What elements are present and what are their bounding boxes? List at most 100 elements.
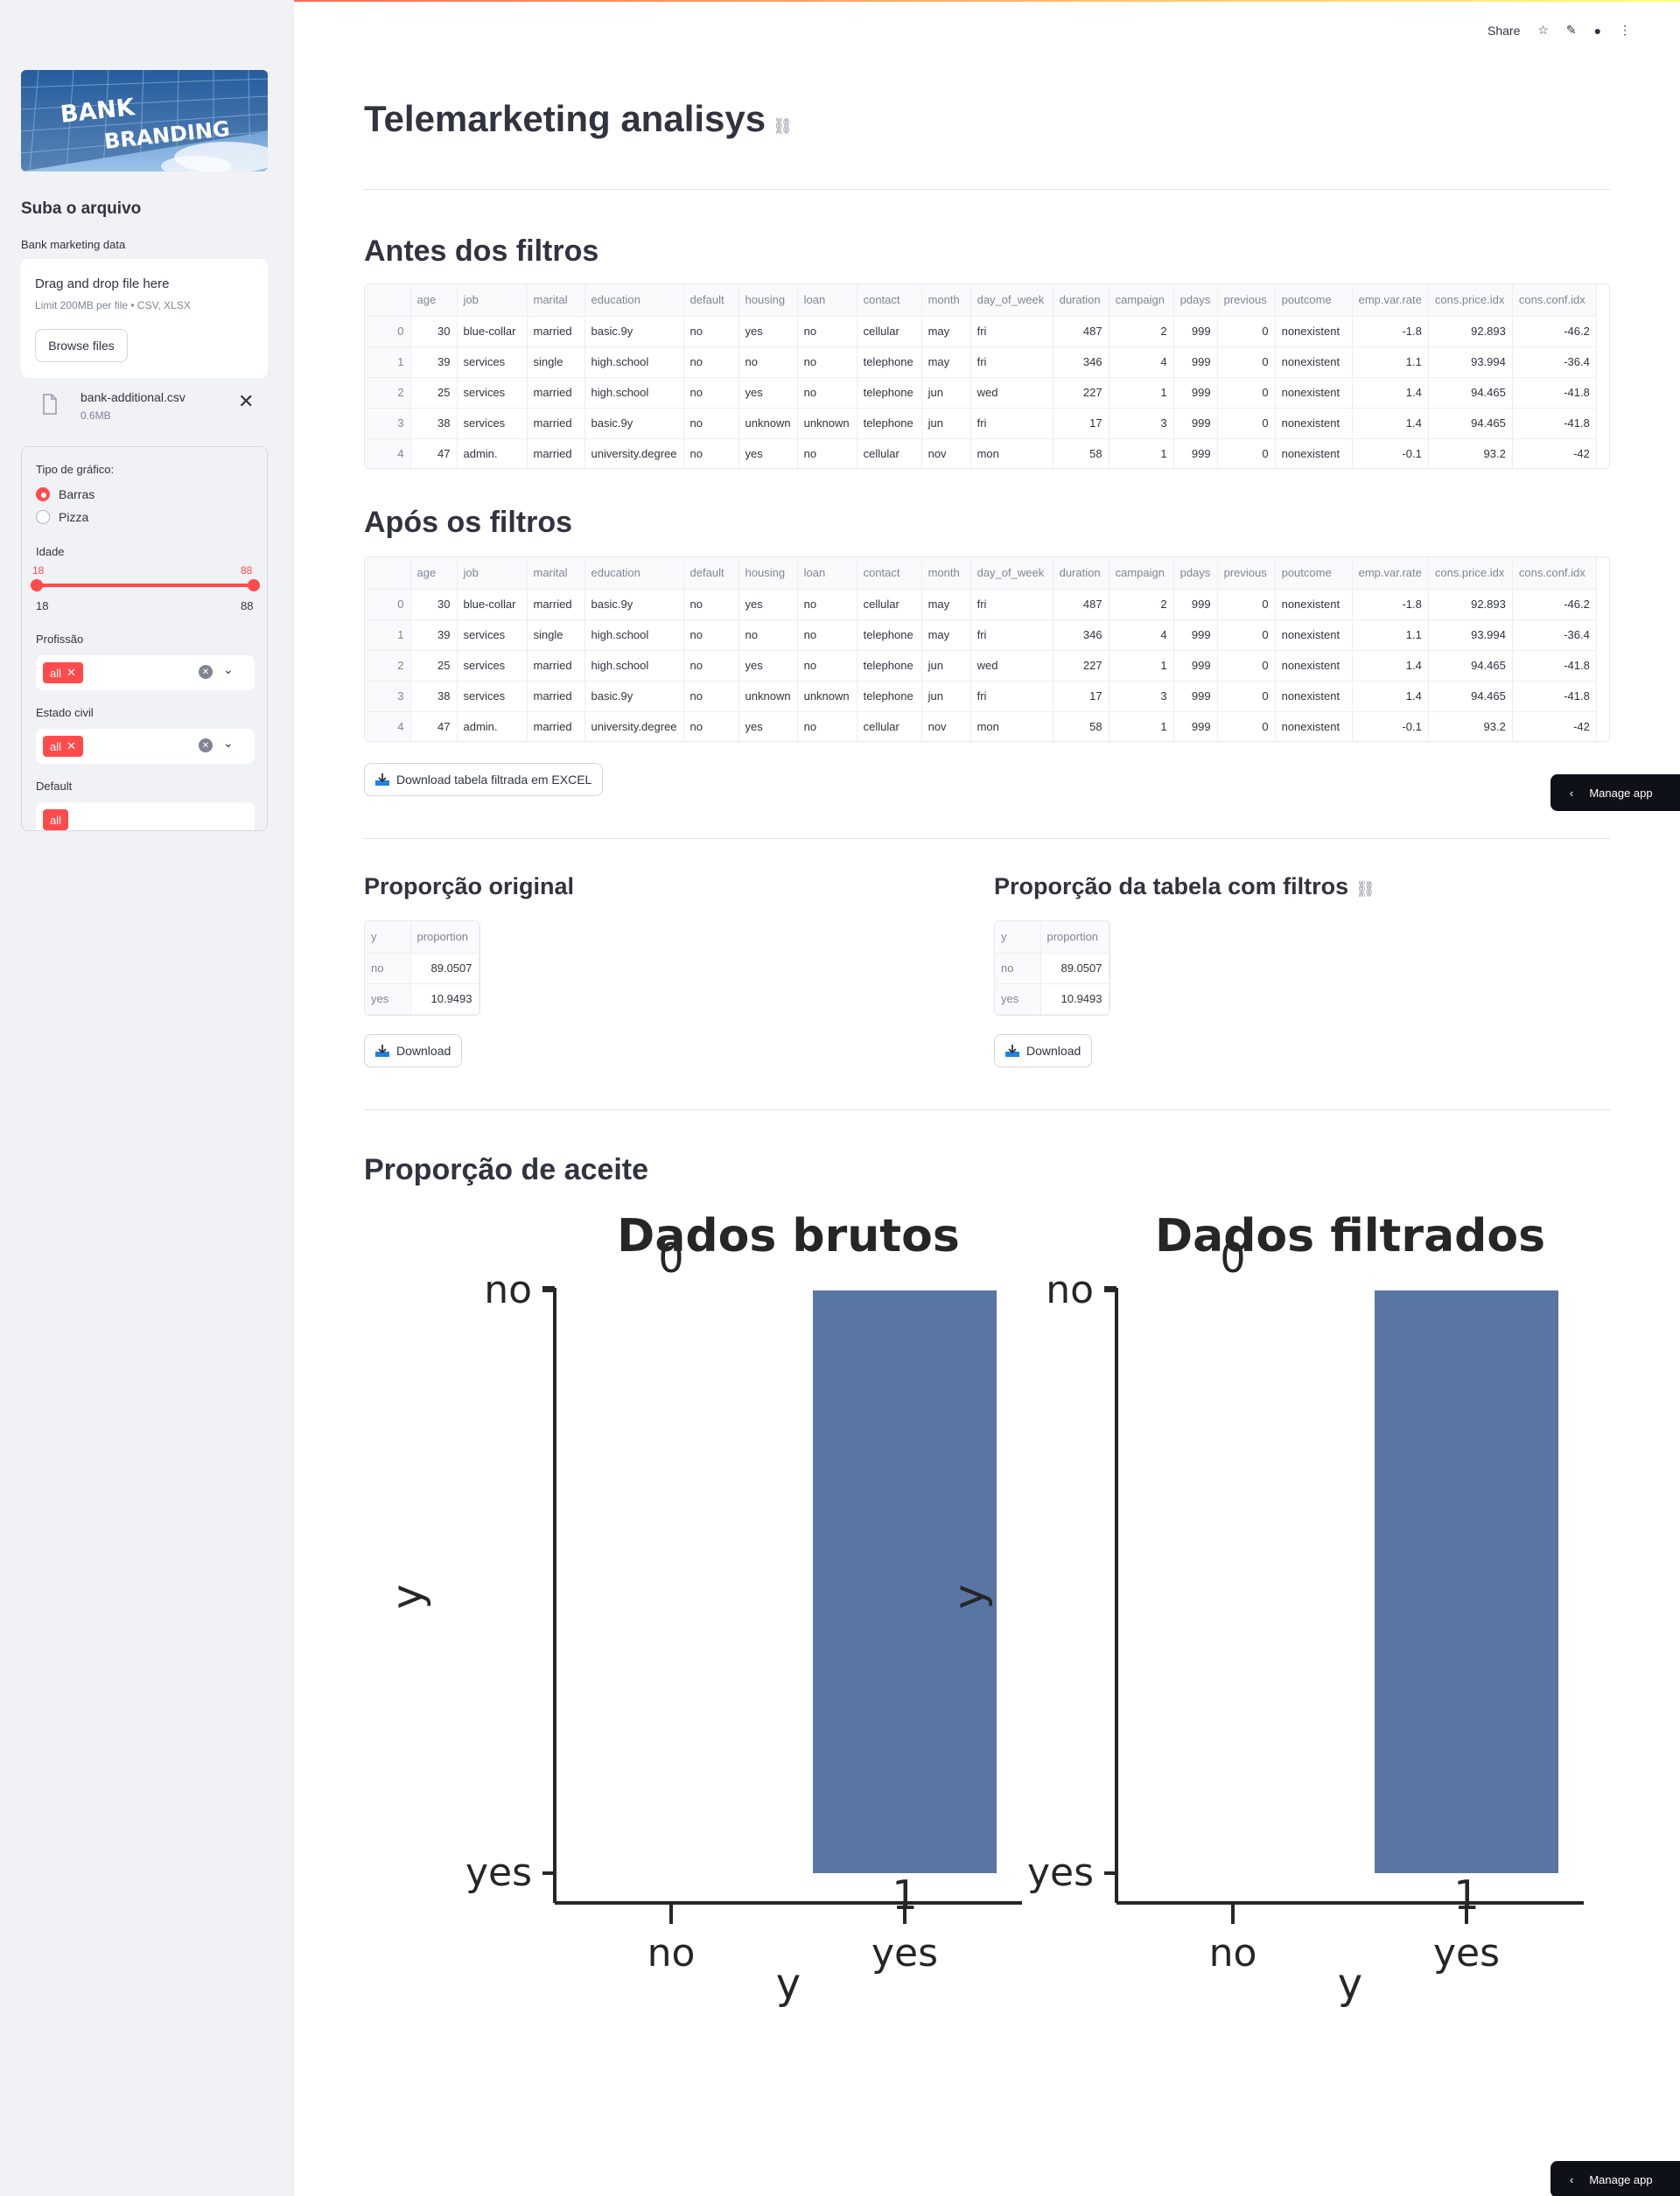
table-cell[interactable]: 58 (1053, 711, 1110, 741)
tag-remove-icon[interactable]: ✕ (66, 739, 76, 753)
table-cell[interactable]: services (457, 408, 528, 439)
table-cell[interactable]: high.school (584, 619, 684, 651)
table-cell[interactable]: -1.8 (1352, 316, 1429, 347)
column-header[interactable]: day_of_week (970, 284, 1054, 317)
table-cell[interactable]: 0 (1217, 681, 1276, 712)
column-header[interactable]: education (584, 284, 684, 317)
table-cell[interactable]: 4 (1109, 619, 1174, 651)
table-cell[interactable]: basic.9y (584, 316, 684, 347)
table-cell[interactable]: 999 (1173, 711, 1218, 741)
column-header[interactable]: marital (527, 284, 585, 317)
table-cell[interactable]: no (683, 681, 739, 712)
clear-icon[interactable]: ✕ (199, 665, 213, 679)
column-header[interactable]: pdays (1173, 557, 1218, 590)
column-header[interactable]: poutcome (1275, 557, 1353, 590)
column-header[interactable]: previous (1217, 284, 1276, 317)
column-header[interactable]: campaign (1109, 284, 1174, 317)
table-cell[interactable]: 227 (1053, 377, 1110, 409)
column-header[interactable]: default (683, 284, 739, 317)
table-row[interactable]: no 89.0507 (995, 953, 1110, 984)
table-cell[interactable]: 94.465 (1428, 408, 1513, 439)
column-header[interactable]: month (921, 284, 971, 317)
table-cell[interactable]: 0 (1217, 377, 1276, 409)
table-cell[interactable]: 92.893 (1428, 589, 1513, 620)
table-cell[interactable]: married (527, 589, 585, 620)
table-cell[interactable]: 38 (410, 408, 458, 439)
chevron-down-icon[interactable]: ⌄ (223, 662, 234, 677)
table-cell[interactable]: services (457, 650, 528, 682)
table-cell[interactable]: 58 (1053, 438, 1110, 468)
row-index-cell[interactable]: 1 (365, 346, 411, 378)
table-cell[interactable]: unknown (738, 408, 798, 439)
column-header[interactable]: duration (1053, 284, 1110, 317)
table-cell[interactable]: -41.8 (1512, 377, 1597, 409)
table-cell[interactable]: 0 (1217, 650, 1276, 682)
column-header[interactable]: y (365, 921, 411, 954)
table-cell[interactable]: 94.465 (1428, 650, 1513, 682)
table-cell[interactable]: 93.2 (1428, 711, 1513, 741)
table-cell[interactable]: -41.8 (1512, 650, 1597, 682)
table-cell[interactable]: wed (970, 377, 1054, 409)
table-row[interactable]: 1 39 services single high.school no no no teleph… (365, 346, 1597, 378)
table-cell[interactable]: nonexistent (1275, 650, 1353, 682)
table-cell[interactable]: university.degree (584, 711, 684, 741)
column-header[interactable]: housing (738, 284, 798, 317)
row-index-cell[interactable]: 2 (365, 377, 411, 409)
table-cell[interactable]: nonexistent (1275, 408, 1353, 439)
row-index-cell[interactable]: 4 (365, 711, 411, 741)
table-cell[interactable]: 1 (1109, 377, 1174, 409)
column-header[interactable]: cons.conf.idx (1512, 284, 1597, 317)
table-cell[interactable]: unknown (738, 681, 798, 712)
table-cell[interactable]: blue-collar (457, 316, 528, 347)
remove-file-close-icon[interactable]: ✕ (238, 390, 254, 413)
table-cell[interactable]: yes (738, 316, 798, 347)
table-cell[interactable]: -0.1 (1352, 711, 1429, 741)
table-cell[interactable]: no (797, 316, 858, 347)
column-header[interactable]: poutcome (1275, 284, 1353, 317)
table-cell[interactable]: 25 (410, 650, 458, 682)
table-cell[interactable]: yes (738, 650, 798, 682)
table-cell[interactable]: no (797, 650, 858, 682)
profession-multiselect[interactable]: all ✕ ✕ ⌄ (36, 655, 255, 690)
column-header[interactable]: y (995, 921, 1041, 954)
file-dropzone[interactable]: Drag and drop file here Limit 200MB per … (21, 259, 268, 378)
table-cell[interactable]: married (527, 711, 585, 741)
table-cell[interactable]: 1.4 (1352, 681, 1429, 712)
row-index-cell[interactable]: 0 (365, 316, 411, 347)
table-cell[interactable]: fri (970, 681, 1054, 712)
table-cell[interactable]: may (921, 589, 971, 620)
table-cell[interactable]: 25 (410, 377, 458, 409)
table-row[interactable]: 4 47 admin. married university.degree no yes no… (365, 711, 1597, 741)
table-cell[interactable]: no (738, 619, 798, 651)
table-cell[interactable]: telephone (857, 619, 922, 651)
table-cell[interactable]: 0 (1217, 438, 1276, 468)
table-cell[interactable]: nonexistent (1275, 316, 1353, 347)
table-cell[interactable]: may (921, 316, 971, 347)
table-cell[interactable]: basic.9y (584, 408, 684, 439)
table-cell[interactable]: fri (970, 589, 1054, 620)
table-cell[interactable]: jun (921, 681, 971, 712)
table-cell[interactable]: -46.2 (1512, 316, 1597, 347)
table-cell[interactable]: married (527, 650, 585, 682)
table-cell[interactable]: 999 (1173, 346, 1218, 378)
column-header[interactable]: pdays (1173, 284, 1218, 317)
table-cell[interactable]: no (683, 650, 739, 682)
table-cell[interactable]: 1.4 (1352, 408, 1429, 439)
table-row[interactable]: 2 25 services married high.school no yes no tele… (365, 650, 1597, 682)
table-cell[interactable]: 3 (1109, 681, 1174, 712)
table-cell[interactable]: telephone (857, 377, 922, 409)
table-cell[interactable]: 1.1 (1352, 346, 1429, 378)
default-tag[interactable]: all (43, 809, 69, 830)
table-cell[interactable]: no (683, 316, 739, 347)
table-cell[interactable]: 94.465 (1428, 377, 1513, 409)
table-cell[interactable]: telephone (857, 346, 922, 378)
table-cell[interactable]: 47 (410, 711, 458, 741)
table-cell[interactable]: 93.994 (1428, 619, 1513, 651)
table-cell[interactable]: 38 (410, 681, 458, 712)
table-cell[interactable]: nonexistent (1275, 681, 1353, 712)
table-cell[interactable]: 487 (1053, 589, 1110, 620)
table-cell[interactable]: telephone (857, 408, 922, 439)
table-cell[interactable]: 1 (1109, 650, 1174, 682)
share-button[interactable]: Share (1488, 24, 1520, 38)
star-icon[interactable]: ☆ (1537, 23, 1549, 38)
